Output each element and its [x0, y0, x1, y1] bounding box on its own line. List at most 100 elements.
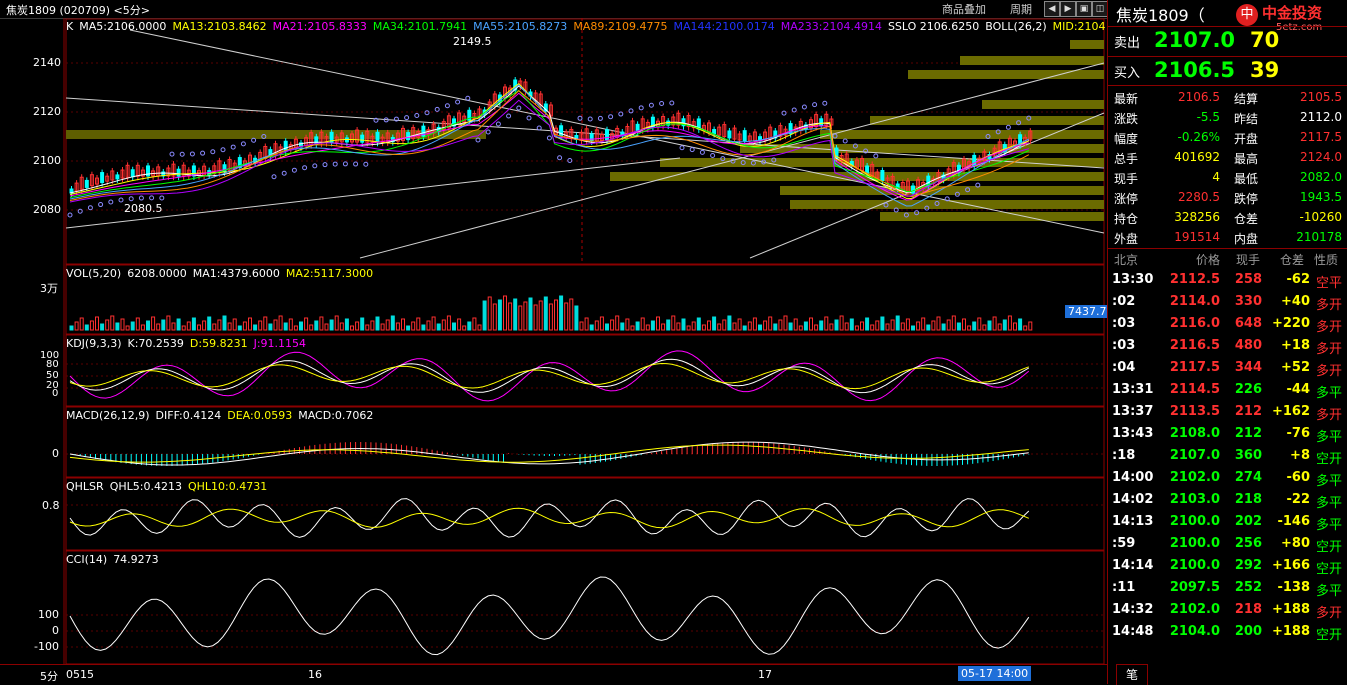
volume-bar [426, 320, 431, 331]
period-label[interactable]: 5分 [40, 668, 58, 684]
trade-row[interactable]: 14:14 2100.0 292 +166 空开 [1108, 555, 1347, 577]
restore-icon[interactable]: ◫ [1092, 1, 1108, 17]
stat-value: 2106.5 [1178, 90, 1220, 104]
trade-price: 2108.0 [1169, 426, 1220, 441]
next-arrow-icon[interactable]: ▶ [1060, 1, 1076, 17]
volume-bar [467, 321, 472, 331]
indicator-value: DIFF:0.4124 [155, 409, 222, 422]
trade-row[interactable]: 14:13 2100.0 202 -146 多平 [1108, 511, 1347, 533]
stat-label: 昨结 [1234, 112, 1259, 126]
volume-bar [395, 322, 400, 331]
volume-bar [819, 320, 824, 331]
trade-price: 2117.5 [1169, 360, 1220, 375]
trade-row[interactable]: :03 2116.5 480 +18 多开 [1108, 335, 1347, 357]
trade-row[interactable]: :11 2097.5 252 -138 多平 [1108, 577, 1347, 599]
volume-bar [982, 324, 987, 331]
sar-dot [689, 147, 695, 153]
volume-bar [95, 316, 99, 331]
trade-row[interactable]: 13:31 2114.5 226 -44 多平 [1108, 379, 1347, 401]
volume-profile-bar [780, 186, 1104, 195]
volume-bar [385, 319, 390, 331]
trade-time: 13:43 [1112, 426, 1154, 441]
volume-bar [956, 322, 961, 331]
chart-area[interactable]: K MA5:2106.0000 MA13:2103.8462 MA21:2105.83… [0, 18, 1110, 664]
trade-row[interactable]: 14:00 2102.0 274 -60 多平 [1108, 467, 1347, 489]
sar-dot [812, 102, 818, 108]
candle-body [130, 169, 135, 178]
trade-oi-change: +52 [1281, 360, 1310, 375]
zoom-icon[interactable]: ▣ [1076, 1, 1092, 17]
trade-row[interactable]: 13:37 2113.5 212 +162 多开 [1108, 401, 1347, 423]
volume-bar [1028, 321, 1033, 331]
ask-volume: 70 [1250, 28, 1280, 52]
header-price: 价格 [1196, 253, 1221, 267]
volume-bar [232, 318, 237, 331]
sar-dot [169, 151, 175, 157]
volume-bar [293, 325, 298, 331]
y-tick-2120: 2120 [33, 105, 61, 118]
overlay-menu-button[interactable]: 商品叠加 [942, 1, 986, 17]
volume-bar [707, 320, 711, 331]
sar-dot [271, 174, 277, 180]
trade-volume: 648 [1234, 316, 1262, 331]
sar-dot [567, 157, 573, 163]
volume-bar [151, 316, 156, 331]
volume-bar [355, 321, 360, 331]
volume-bar [222, 315, 227, 331]
volume-profile-bar [870, 116, 1104, 125]
trade-row[interactable]: :03 2116.0 648 +220 多开 [1108, 313, 1347, 335]
sar-dot [516, 105, 522, 111]
volume-bar [686, 325, 691, 331]
trade-volume: 226 [1234, 382, 1262, 397]
volume-bar [273, 319, 278, 331]
sar-dot [618, 111, 624, 117]
trade-row[interactable]: 14:48 2104.0 200 +188 空开 [1108, 621, 1347, 643]
trade-row[interactable]: :59 2100.0 256 +80 空开 [1108, 533, 1347, 555]
sar-dot [108, 199, 114, 205]
trade-oi-change: +188 [1271, 602, 1310, 617]
volume-bar [472, 317, 477, 331]
trade-row[interactable]: :04 2117.5 344 +52 多开 [1108, 357, 1347, 379]
stat-value: 401692 [1174, 150, 1220, 164]
window-titlebar: 焦炭1809 (020709) <5分> 商品叠加 周期 ◀ ▶ ▣ ◫ [0, 0, 1108, 19]
trade-volume: 256 [1234, 536, 1262, 551]
sar-dot [444, 103, 450, 109]
candle-body [115, 174, 120, 180]
indicator-value: MA144:2100.0174 [673, 20, 775, 33]
indicator-value: K [66, 20, 74, 33]
sar-dot [98, 202, 104, 208]
stat-row: 持仓 328256 仓差 -10260 [1108, 208, 1347, 228]
sar-dot [842, 138, 848, 144]
header-nature: 性质 [1314, 253, 1339, 267]
volume-bar [645, 324, 650, 331]
sar-dot [679, 145, 685, 151]
volume-bar [344, 318, 349, 331]
contract-title: 焦炭1809（ [1116, 6, 1205, 25]
trade-row[interactable]: :02 2114.0 330 +40 多开 [1108, 291, 1347, 313]
candle-body [176, 168, 181, 177]
trade-row[interactable]: 14:32 2102.0 218 +188 多开 [1108, 599, 1347, 621]
sar-dot [424, 110, 430, 116]
trade-row[interactable]: 13:43 2108.0 212 -76 多平 [1108, 423, 1347, 445]
trade-oi-change: -44 [1286, 382, 1311, 397]
stat-value: -10260 [1299, 210, 1342, 224]
period-menu-button[interactable]: 周期 [1010, 1, 1032, 17]
trade-row[interactable]: 13:30 2112.5 258 -62 空平 [1108, 269, 1347, 291]
bid-volume: 39 [1250, 58, 1280, 82]
sar-dot [526, 115, 532, 121]
trade-price: 2114.5 [1169, 382, 1220, 397]
prev-arrow-icon[interactable]: ◀ [1044, 1, 1060, 17]
macd-diff-line [69, 441, 1029, 466]
trade-nature: 多开 [1315, 320, 1342, 335]
trade-header-row: 北京 价格 现手 仓差 性质 [1108, 249, 1347, 269]
trade-volume: 344 [1234, 360, 1262, 375]
volume-bar [365, 324, 370, 331]
trade-nature: 多开 [1315, 364, 1342, 379]
trade-row[interactable]: 14:02 2103.0 218 -22 多平 [1108, 489, 1347, 511]
trade-volume: 212 [1234, 426, 1262, 441]
trade-volume: 218 [1234, 602, 1262, 617]
trade-row[interactable]: :18 2107.0 360 +8 空开 [1108, 445, 1347, 467]
tab-ticks[interactable]: 笔 [1116, 664, 1148, 685]
volume-bar [457, 318, 462, 331]
volume-bar [89, 320, 94, 331]
